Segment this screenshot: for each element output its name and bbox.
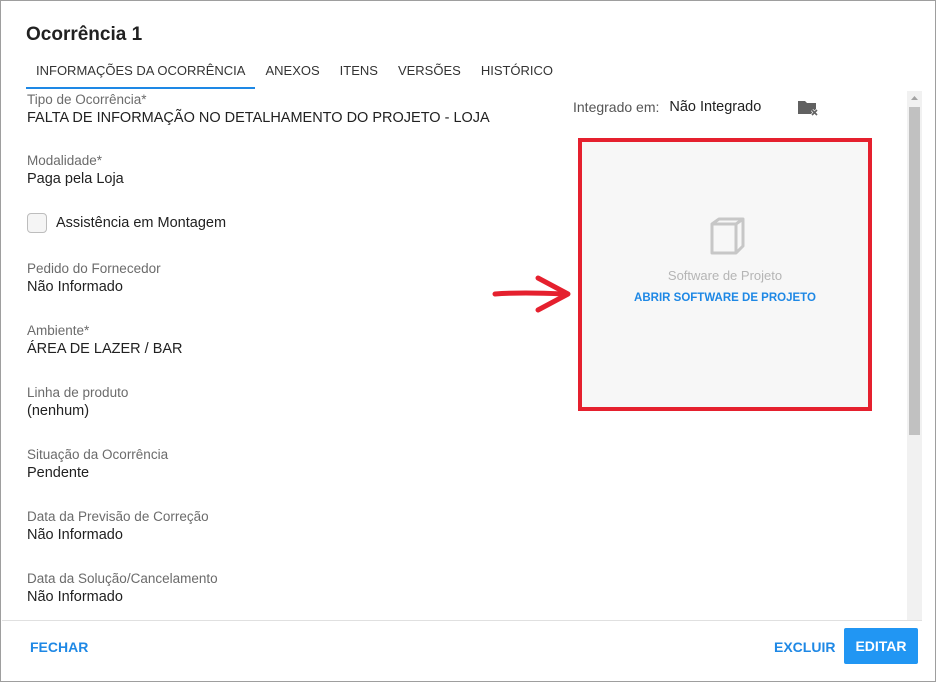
folder-remove-icon[interactable] <box>797 98 819 118</box>
abrir-software-link[interactable]: ABRIR SOFTWARE DE PROJETO <box>582 292 868 304</box>
tab-bar: INFORMAÇÕES DA OCORRÊNCIA ANEXOS ITENS V… <box>26 55 563 91</box>
cube-icon <box>710 217 745 255</box>
field-value: Não Informado <box>27 527 123 543</box>
field-label: Situação da Ocorrência <box>27 447 169 462</box>
field-pedido-fornecedor: Pedido do Fornecedor Não Informado <box>27 260 161 297</box>
tab-historico[interactable]: HISTÓRICO <box>471 55 563 89</box>
field-ambiente: Ambiente* ÁREA DE LAZER / BAR <box>27 322 183 359</box>
vertical-scrollbar[interactable] <box>907 91 922 620</box>
checkbox-label[interactable]: Assistência em Montagem <box>56 215 226 231</box>
integration-label: Integrado em: <box>573 99 660 115</box>
field-label: Data da Previsão de Correção <box>27 509 209 524</box>
field-value: Não Informado <box>27 589 123 605</box>
occurrence-dialog: Ocorrência 1 INFORMAÇÕES DA OCORRÊNCIA A… <box>0 0 936 682</box>
tab-itens[interactable]: ITENS <box>330 55 388 89</box>
tab-anexos[interactable]: ANEXOS <box>255 55 329 89</box>
content-area: Tipo de Ocorrência* FALTA DE INFORMAÇÃO … <box>2 91 907 620</box>
field-label: Linha de produto <box>27 385 129 400</box>
software-projeto-title: Software de Projeto <box>667 268 783 283</box>
field-label: Pedido do Fornecedor <box>27 261 161 276</box>
footer-divider <box>2 620 922 621</box>
fechar-button[interactable]: FECHAR <box>30 639 88 655</box>
scroll-up-arrow-icon[interactable] <box>907 91 922 105</box>
integration-status: Integrado em: Não Integrado <box>573 99 761 115</box>
red-arrow-annotation <box>492 275 571 313</box>
excluir-button[interactable]: EXCLUIR <box>774 639 835 655</box>
scroll-thumb[interactable] <box>909 107 920 435</box>
dialog-title: Ocorrência 1 <box>26 24 143 45</box>
field-value: ÁREA DE LAZER / BAR <box>27 341 183 357</box>
field-tipo-ocorrencia: Tipo de Ocorrência* FALTA DE INFORMAÇÃO … <box>27 91 490 128</box>
software-projeto-panel: Software de Projeto ABRIR SOFTWARE DE PR… <box>578 138 872 411</box>
field-situacao: Situação da Ocorrência Pendente <box>27 446 168 483</box>
assistencia-checkbox-row[interactable]: Assistência em Montagem <box>27 213 226 233</box>
field-previsao-correcao: Data da Previsão de Correção Não Informa… <box>27 508 209 545</box>
field-value: (nenhum) <box>27 403 90 419</box>
field-label: Data da Solução/Cancelamento <box>27 571 218 586</box>
field-label: Tipo de Ocorrência* <box>27 92 147 107</box>
field-label: Modalidade* <box>27 153 103 168</box>
integration-value: Não Integrado <box>669 99 762 115</box>
field-value: Paga pela Loja <box>27 171 124 187</box>
field-linha-produto: Linha de produto (nenhum) <box>27 384 128 421</box>
editar-button[interactable]: EDITAR <box>844 628 918 664</box>
field-solucao-cancelamento: Data da Solução/Cancelamento Não Informa… <box>27 570 218 607</box>
tab-informacoes[interactable]: INFORMAÇÕES DA OCORRÊNCIA <box>26 55 256 89</box>
field-value: Pendente <box>27 465 90 481</box>
assistencia-checkbox[interactable] <box>27 213 47 233</box>
tab-versoes[interactable]: VERSÕES <box>388 55 471 89</box>
field-label: Ambiente* <box>27 323 90 338</box>
field-modalidade: Modalidade* Paga pela Loja <box>27 152 124 189</box>
field-value: Não Informado <box>27 279 123 295</box>
field-value: FALTA DE INFORMAÇÃO NO DETALHAMENTO DO P… <box>27 110 490 126</box>
